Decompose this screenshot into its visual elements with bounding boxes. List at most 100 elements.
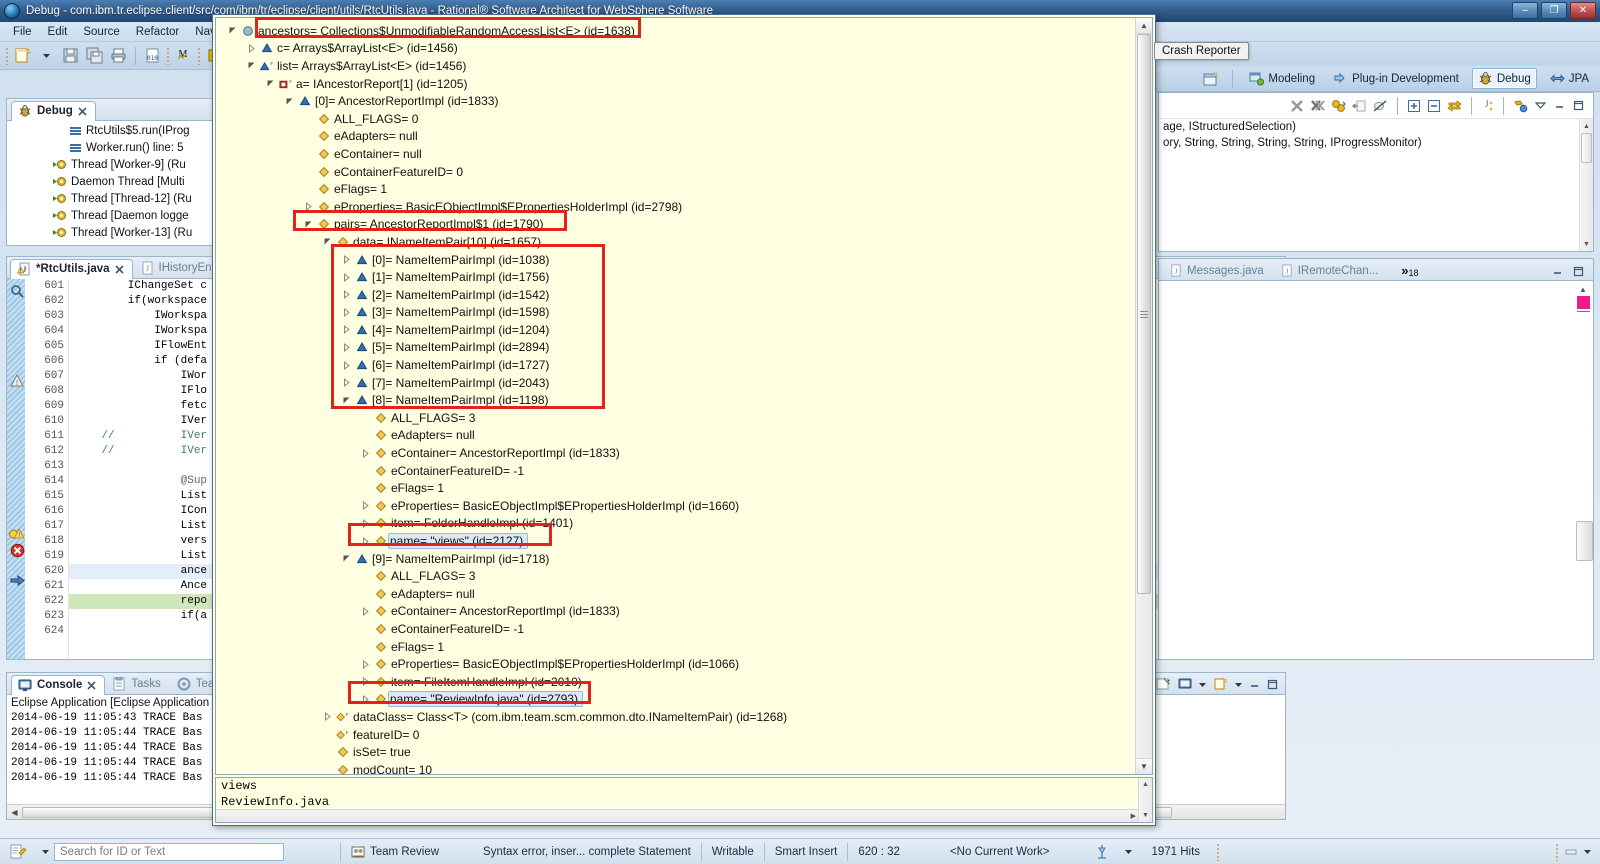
error-marker[interactable] <box>1576 296 1590 309</box>
variable-tree-row[interactable]: eAdapters= null <box>216 427 1135 445</box>
preferences-icon[interactable] <box>1331 99 1346 113</box>
console-dropdown-icon[interactable] <box>1198 680 1207 689</box>
inspect-tree-scrollbar[interactable]: ▲ ▼ <box>1135 18 1152 774</box>
variable-tree-row[interactable]: name= "ReviewInfo.java" (id=2793) <box>216 691 1135 709</box>
collapse-all-icon[interactable] <box>1427 99 1441 113</box>
new-console-dropdown-icon[interactable] <box>1234 680 1243 689</box>
inspect-scroll-thumb[interactable] <box>1137 34 1151 594</box>
variable-tree-row[interactable]: isSet= true <box>216 743 1135 761</box>
statusbar-drag-handle-2[interactable] <box>1555 842 1559 861</box>
remove-all-icon[interactable] <box>1310 99 1325 113</box>
detail-vertical-scrollbar[interactable]: ▲ ▼ <box>1138 778 1152 822</box>
scroll-up-icon[interactable]: ▲ <box>1139 778 1152 791</box>
breakpoint-icon[interactable] <box>1513 99 1528 113</box>
variable-tree-row[interactable]: [4]= NameItemPairImpl (id=1204) <box>216 321 1135 339</box>
minimize-icon[interactable] <box>1553 99 1566 112</box>
chevron-right-icon[interactable] <box>341 324 352 335</box>
variable-tree-row[interactable]: [3]= NameItemPairImpl (id=1598) <box>216 304 1135 322</box>
variable-tree-row[interactable]: [7]= NameItemPairImpl (id=2043) <box>216 374 1135 392</box>
minimize-button[interactable]: – <box>1512 2 1538 19</box>
toolbar-drag-handle-2[interactable] <box>166 46 170 65</box>
variable-tree-row[interactable]: [2]= NameItemPairImpl (id=1542) <box>216 286 1135 304</box>
close-button[interactable]: ✕ <box>1570 2 1596 19</box>
chevron-right-icon[interactable] <box>341 272 352 283</box>
variable-tree-row[interactable]: data= INameItemPair[10] (id=1657) <box>216 233 1135 251</box>
detail-horizontal-scrollbar[interactable]: ▶ <box>216 809 1138 822</box>
work-item-dropdown-icon[interactable] <box>1120 843 1137 861</box>
chevron-down-icon[interactable] <box>246 60 257 71</box>
modeling-icon[interactable]: M <box>173 45 194 66</box>
right-view-scrollbar[interactable]: ▲ ▼ <box>1579 119 1593 251</box>
variable-tree-row[interactable]: ALL_FLAGS= 3 <box>216 567 1135 585</box>
chevron-right-icon[interactable] <box>303 201 314 212</box>
menu-edit[interactable]: Edit <box>41 24 75 40</box>
chevron-right-icon[interactable] <box>341 342 352 353</box>
search-id-icon[interactable] <box>0 843 37 861</box>
variable-tree-row[interactable]: eContainerFeatureID= -1 <box>216 462 1135 480</box>
right-editor-scroll-thumb[interactable] <box>1576 521 1593 561</box>
save-all-icon[interactable] <box>84 45 105 66</box>
variable-tree-row[interactable]: FdataClass= Class<T> (com.ibm.team.scm.c… <box>216 708 1135 726</box>
variable-tree-row[interactable]: [0]= NameItemPairImpl (id=1038) <box>216 251 1135 269</box>
variable-tree-row[interactable]: eFlags= 1 <box>216 479 1135 497</box>
search-input[interactable]: Search for ID or Text <box>54 842 284 861</box>
variable-tree-row[interactable]: [8]= NameItemPairImpl (id=1198) <box>216 391 1135 409</box>
chevron-right-icon[interactable] <box>341 307 352 318</box>
maximize-icon[interactable] <box>1572 99 1585 112</box>
scroll-left-icon[interactable]: ◀ <box>7 806 22 819</box>
scroll-down-icon[interactable]: ▼ <box>1139 809 1152 822</box>
variable-tree-row[interactable]: [6]= NameItemPairImpl (id=1727) <box>216 356 1135 374</box>
tab-tasks[interactable]: Tasks <box>105 674 169 694</box>
sort-icon[interactable]: J <box>1481 99 1494 113</box>
variable-tree-row[interactable]: [1]= NameItemPairImpl (id=1756) <box>216 268 1135 286</box>
toolbar-drag-handle-3[interactable] <box>197 46 201 65</box>
save-icon[interactable] <box>60 45 81 66</box>
variable-tree-row[interactable]: [0]= AncestorReportImpl (id=1833) <box>216 92 1135 110</box>
variable-tree-row[interactable]: item= FileItemHandleImpl (id=2010) <box>216 673 1135 691</box>
minimize-icon[interactable] <box>1551 265 1564 278</box>
inspect-variables-tree[interactable]: ancestors= Collections$UnmodifiableRando… <box>216 18 1135 774</box>
variable-tree-row[interactable]: Flist= Arrays$ArrayList<E> (id=1456) <box>216 57 1135 75</box>
scroll-down-icon[interactable]: ▼ <box>1136 758 1152 774</box>
variable-tree-row[interactable]: modCount= 10 <box>216 761 1135 774</box>
chevron-right-icon[interactable] <box>360 676 371 687</box>
chevron-down-icon[interactable] <box>322 236 333 247</box>
toolbar-drag-handle[interactable] <box>5 46 9 65</box>
variable-tree-row[interactable]: eAdapters= null <box>216 128 1135 146</box>
export-icon[interactable] <box>1352 99 1367 113</box>
chevron-right-icon[interactable] <box>360 606 371 617</box>
variable-tree-row[interactable]: name= "views" (id=2127) <box>216 532 1135 550</box>
variable-tree-row[interactable]: eProperties= BasicEObjectImpl$EPropertie… <box>216 655 1135 673</box>
chevron-right-icon[interactable] <box>341 377 352 388</box>
maximize-icon[interactable] <box>1572 265 1585 278</box>
new-console-view-icon[interactable] <box>1212 676 1229 693</box>
variable-tree-row[interactable]: ancestors= Collections$UnmodifiableRando… <box>216 22 1135 40</box>
chevron-right-icon[interactable] <box>360 448 371 459</box>
inspect-detail-pane[interactable]: views ReviewInfo.java ▲ ▼ ▶ <box>215 777 1153 823</box>
team-review-indicator[interactable]: Team Review <box>341 843 449 861</box>
variable-tree-row[interactable]: ALL_FLAGS= 0 <box>216 110 1135 128</box>
editor-overview-ruler-right[interactable]: ▲ <box>1575 285 1591 312</box>
progress-dropdown-icon[interactable] <box>1583 847 1592 856</box>
variable-tree-row[interactable]: [9]= NameItemPairImpl (id=1718) <box>216 550 1135 568</box>
menu-refactor[interactable]: Refactor <box>129 24 186 40</box>
variable-tree-row[interactable]: Fa= IAncestorReport[1] (id=1205) <box>216 75 1135 93</box>
chevron-right-icon[interactable] <box>246 43 257 54</box>
chevron-down-icon[interactable] <box>341 553 352 564</box>
chevron-down-icon[interactable] <box>265 78 276 89</box>
variable-tree-row[interactable]: eContainerFeatureID= -1 <box>216 620 1135 638</box>
print-icon[interactable] <box>108 45 129 66</box>
open-perspective-icon[interactable] <box>1201 70 1221 88</box>
chevron-right-icon[interactable] <box>360 500 371 511</box>
perspective-debug[interactable]: Debug <box>1471 68 1537 89</box>
new-dropdown-icon[interactable] <box>36 45 57 66</box>
close-icon[interactable] <box>114 264 124 274</box>
editor-overflow-indicator[interactable]: » 18 <box>1401 263 1418 280</box>
variable-tree-row[interactable]: pairs= AncestorReportImpl$1 (id=1790) <box>216 216 1135 234</box>
variable-tree-row[interactable]: eContainerFeatureID= 0 <box>216 163 1135 181</box>
maximize-icon[interactable] <box>1266 678 1279 691</box>
chevron-right-icon[interactable] <box>360 659 371 670</box>
variable-tree-row[interactable]: [5]= NameItemPairImpl (id=2894) <box>216 339 1135 357</box>
variable-tree-row[interactable]: eFlags= 1 <box>216 180 1135 198</box>
progress-indicator-icon[interactable] <box>1564 845 1578 859</box>
